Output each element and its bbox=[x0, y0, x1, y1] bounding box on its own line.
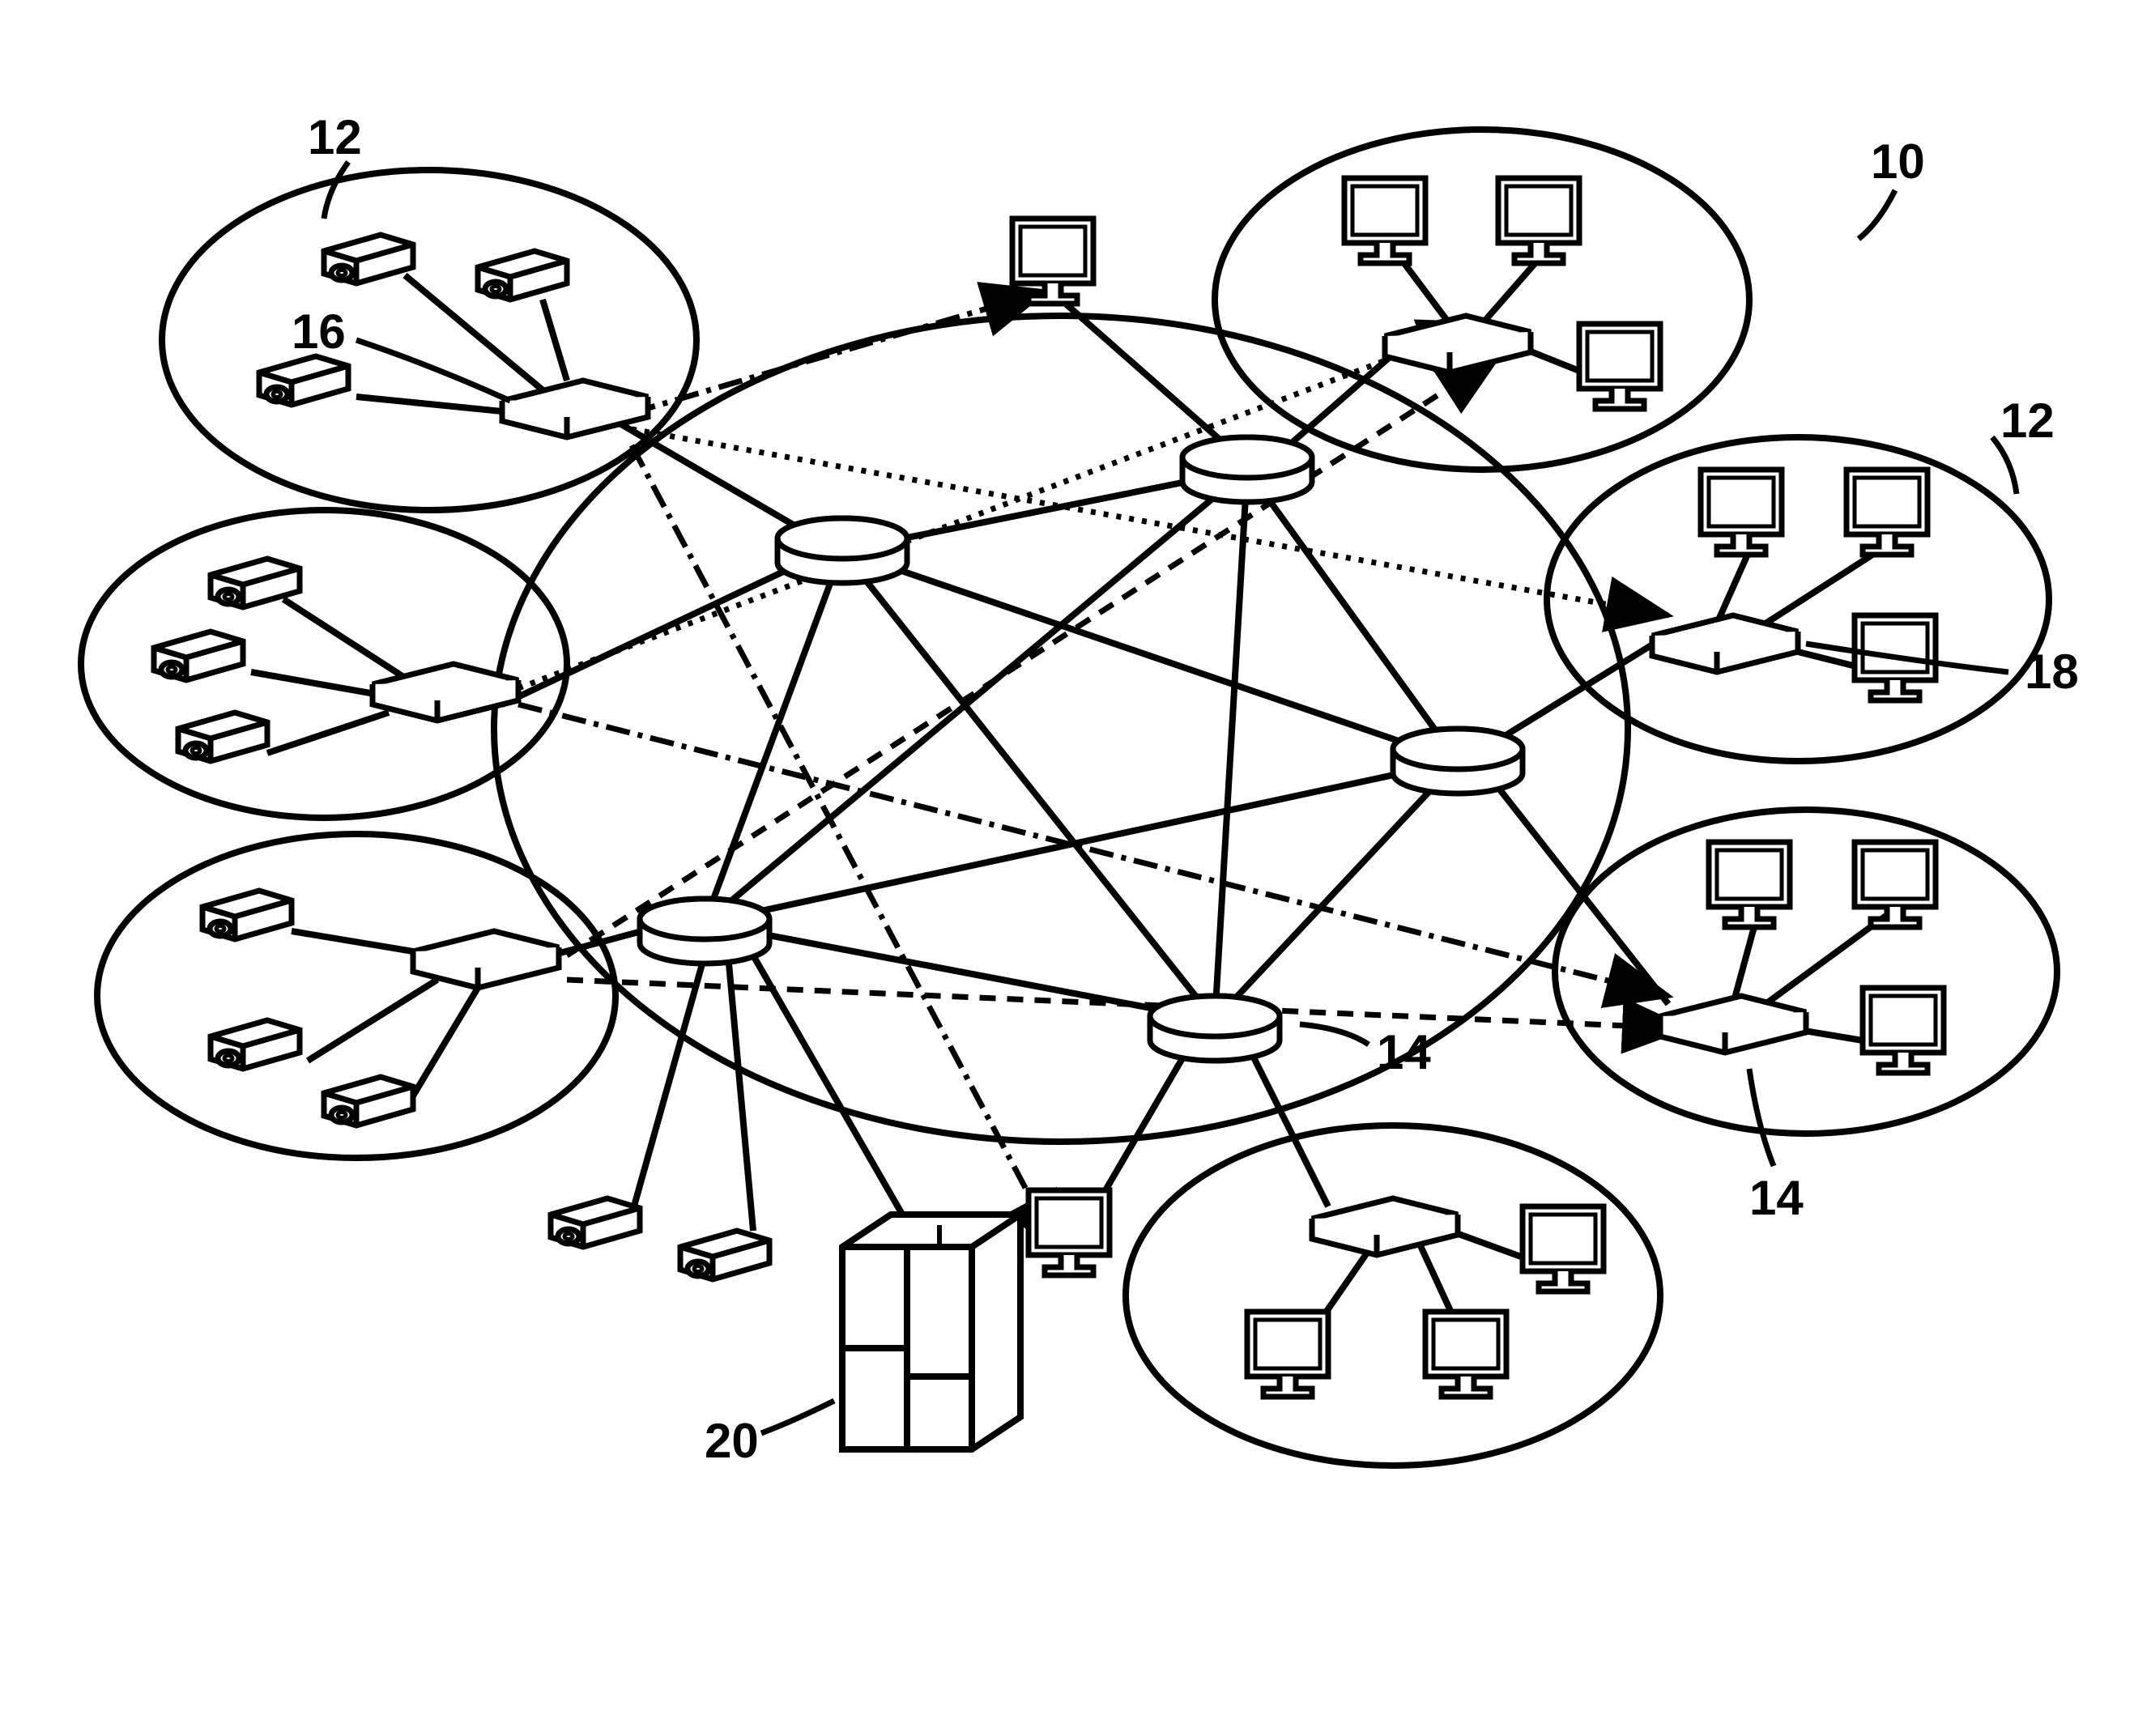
ref-server: 20 bbox=[705, 1414, 759, 1468]
dest-group-right-content bbox=[1652, 470, 1936, 700]
standalone-computer-1 bbox=[1012, 219, 1093, 304]
standalone-computer-2 bbox=[1029, 1190, 1110, 1275]
dest-group-top bbox=[1215, 130, 1749, 470]
dest-group-rightlow-content bbox=[1660, 842, 1944, 1073]
router-e bbox=[1393, 729, 1523, 794]
dest-group-top-content bbox=[1344, 178, 1660, 409]
ref-router-outer: 14 bbox=[1749, 1171, 1804, 1225]
server-icon bbox=[842, 1215, 1020, 1449]
ref-system: 10 bbox=[1871, 134, 1925, 189]
dest-group-bot bbox=[1126, 1125, 1660, 1466]
dest-group-bot-content bbox=[1247, 1198, 1604, 1397]
source-group-top bbox=[162, 170, 696, 510]
router-n bbox=[1182, 437, 1312, 502]
ref-dest-switch: 18 bbox=[2025, 645, 2079, 699]
standalone-camera-1 bbox=[551, 1198, 640, 1247]
router-nw bbox=[777, 518, 907, 583]
standalone-cam-link-1 bbox=[632, 955, 705, 1215]
router-sw bbox=[640, 899, 769, 964]
ref-source-group-right: 12 bbox=[2000, 394, 2055, 448]
router-s bbox=[1150, 996, 1280, 1061]
ref-source-switch: 16 bbox=[292, 304, 346, 359]
source-group-mid-content bbox=[154, 559, 518, 761]
source-group-bot-content bbox=[202, 891, 559, 1125]
standalone-camera-2 bbox=[680, 1231, 769, 1279]
standalone-cam-link-2 bbox=[729, 964, 753, 1231]
ref-source-group-left: 12 bbox=[308, 110, 362, 164]
network-diagram: 10 12 12 14 14 16 18 20 bbox=[0, 0, 2151, 1736]
ref-router-inner: 14 bbox=[1377, 1025, 1431, 1079]
